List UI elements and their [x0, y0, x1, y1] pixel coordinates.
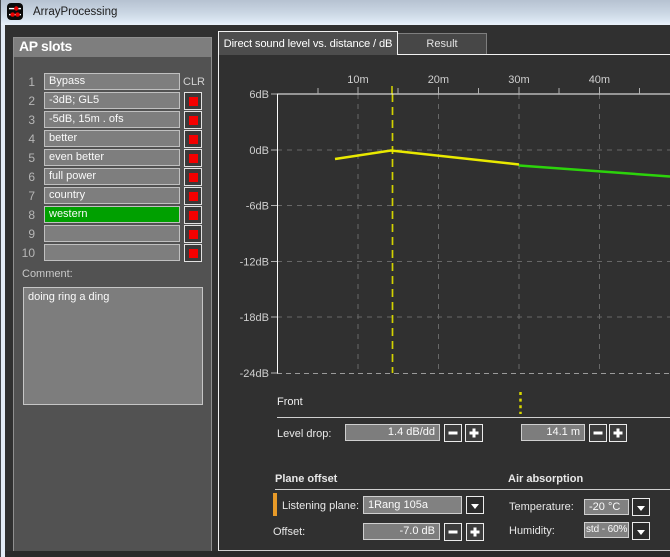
svg-text:-6dB: -6dB — [246, 201, 269, 213]
svg-text:40m: 40m — [589, 74, 610, 86]
svg-text:0dB: 0dB — [249, 145, 269, 157]
svg-text:Front: Front — [277, 396, 303, 408]
svg-text:-24dB: -24dB — [240, 368, 269, 380]
svg-text:30m: 30m — [508, 74, 529, 86]
svg-text:-18dB: -18dB — [240, 312, 269, 324]
svg-text:-12dB: -12dB — [240, 256, 269, 268]
svg-text:10m: 10m — [347, 74, 368, 86]
svg-text:20m: 20m — [428, 74, 449, 86]
svg-text:6dB: 6dB — [249, 89, 269, 101]
